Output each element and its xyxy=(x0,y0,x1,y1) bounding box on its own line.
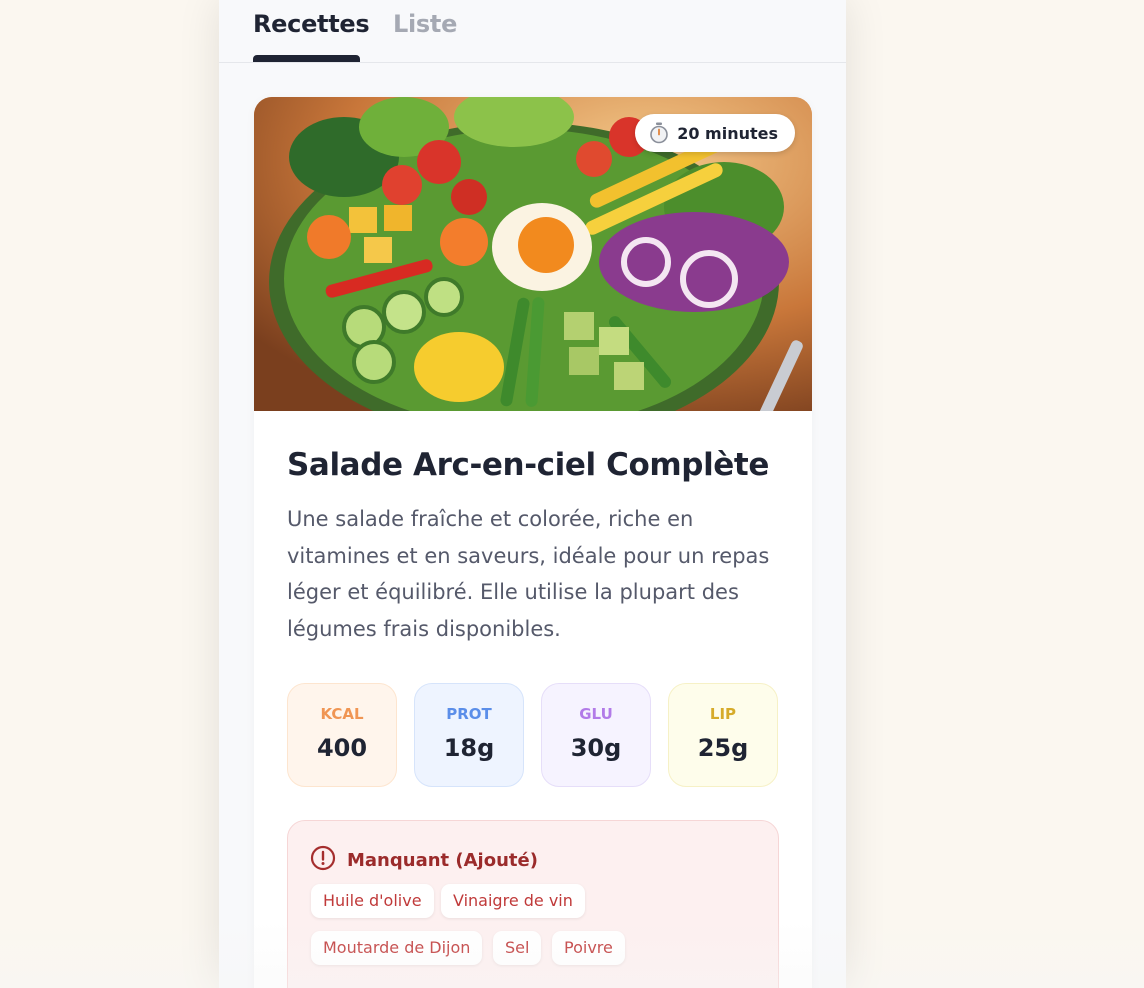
missing-title: Manquant (Ajouté) xyxy=(347,849,538,871)
missing-ingredient-chip[interactable]: Vinaigre de vin xyxy=(441,884,585,918)
active-tab-indicator xyxy=(253,55,360,62)
macro-value: 25g xyxy=(697,734,749,762)
app-shell: Recettes Liste 20 minutes Salade Arc-en-… xyxy=(219,0,846,988)
missing-ingredient-chip[interactable]: Moutarde de Dijon xyxy=(311,931,483,965)
nutrition-macros: KCAL 400 PROT 18g GLU 30g LIP 25g xyxy=(287,683,779,787)
macro-label: PROT xyxy=(446,705,492,723)
macro-prot: PROT 18g xyxy=(414,683,524,787)
recipe-title: Salade Arc-en-ciel Complète xyxy=(287,447,769,483)
missing-header: Manquant (Ajouté) xyxy=(310,845,538,875)
macro-lip: LIP 25g xyxy=(668,683,778,787)
tab-recettes[interactable]: Recettes xyxy=(253,10,370,38)
macro-value: 400 xyxy=(316,734,368,762)
prep-time-text: 20 minutes xyxy=(677,123,778,143)
macro-label: GLU xyxy=(579,705,613,723)
missing-ingredients-panel: Manquant (Ajouté) Huile d'olive Vinaigre… xyxy=(287,820,779,988)
missing-ingredient-chip[interactable]: Sel xyxy=(493,931,542,965)
stopwatch-icon xyxy=(649,122,669,144)
macro-label: KCAL xyxy=(320,705,364,723)
tab-liste[interactable]: Liste xyxy=(393,10,457,38)
macro-value: 30g xyxy=(570,734,622,762)
macro-label: LIP xyxy=(709,705,737,723)
recipe-image: 20 minutes xyxy=(254,97,812,411)
missing-ingredient-chip[interactable]: Poivre xyxy=(552,931,625,965)
missing-ingredient-chip[interactable]: Huile d'olive xyxy=(311,884,434,918)
recipe-card[interactable]: 20 minutes Salade Arc-en-ciel Complète U… xyxy=(254,97,812,988)
tab-bar: Recettes Liste xyxy=(219,0,846,63)
recipe-description: Une salade fraîche et colorée, riche en … xyxy=(287,507,770,641)
prep-time-badge: 20 minutes xyxy=(635,114,795,152)
macro-kcal: KCAL 400 xyxy=(287,683,397,787)
macro-glu: GLU 30g xyxy=(541,683,651,787)
macro-value: 18g xyxy=(443,734,495,762)
alert-circle-icon xyxy=(310,845,336,875)
